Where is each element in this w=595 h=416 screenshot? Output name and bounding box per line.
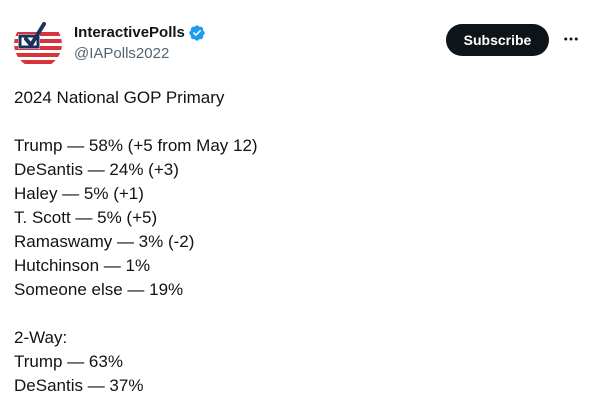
post-title: 2024 National GOP Primary xyxy=(14,88,225,107)
two-way-line: DeSantis — 37% xyxy=(14,376,144,395)
subscribe-button[interactable]: Subscribe xyxy=(446,24,549,56)
account-identity: InteractivePolls @IAPolls2022 xyxy=(74,23,206,64)
more-horizontal-icon xyxy=(564,37,578,41)
more-options-button[interactable] xyxy=(560,28,582,50)
tweet-header: InteractivePolls @IAPolls2022 Subscribe xyxy=(14,20,581,72)
avatar[interactable] xyxy=(14,20,62,68)
display-name[interactable]: InteractivePolls xyxy=(74,23,185,43)
tweet-text: 2024 National GOP Primary Trump — 58% (+… xyxy=(14,86,574,398)
verified-badge-icon[interactable] xyxy=(188,24,206,42)
result-line: Someone else — 19% xyxy=(14,280,184,299)
result-line: Trump — 58% (+5 from May 12) xyxy=(14,136,258,155)
result-line: Haley — 5% (+1) xyxy=(14,184,144,203)
tweet: InteractivePolls @IAPolls2022 Subscribe … xyxy=(0,0,595,416)
name-row: InteractivePolls xyxy=(74,23,206,43)
result-line: Ramaswamy — 3% (-2) xyxy=(14,232,195,251)
two-way-heading: 2-Way: xyxy=(14,328,68,347)
handle[interactable]: @IAPolls2022 xyxy=(74,44,206,64)
two-way-line: Trump — 63% xyxy=(14,352,123,371)
result-line: DeSantis — 24% (+3) xyxy=(14,160,179,179)
flag-checkmark-logo-icon xyxy=(14,20,62,68)
result-line: Hutchinson — 1% xyxy=(14,256,151,275)
result-line: T. Scott — 5% (+5) xyxy=(14,208,158,227)
